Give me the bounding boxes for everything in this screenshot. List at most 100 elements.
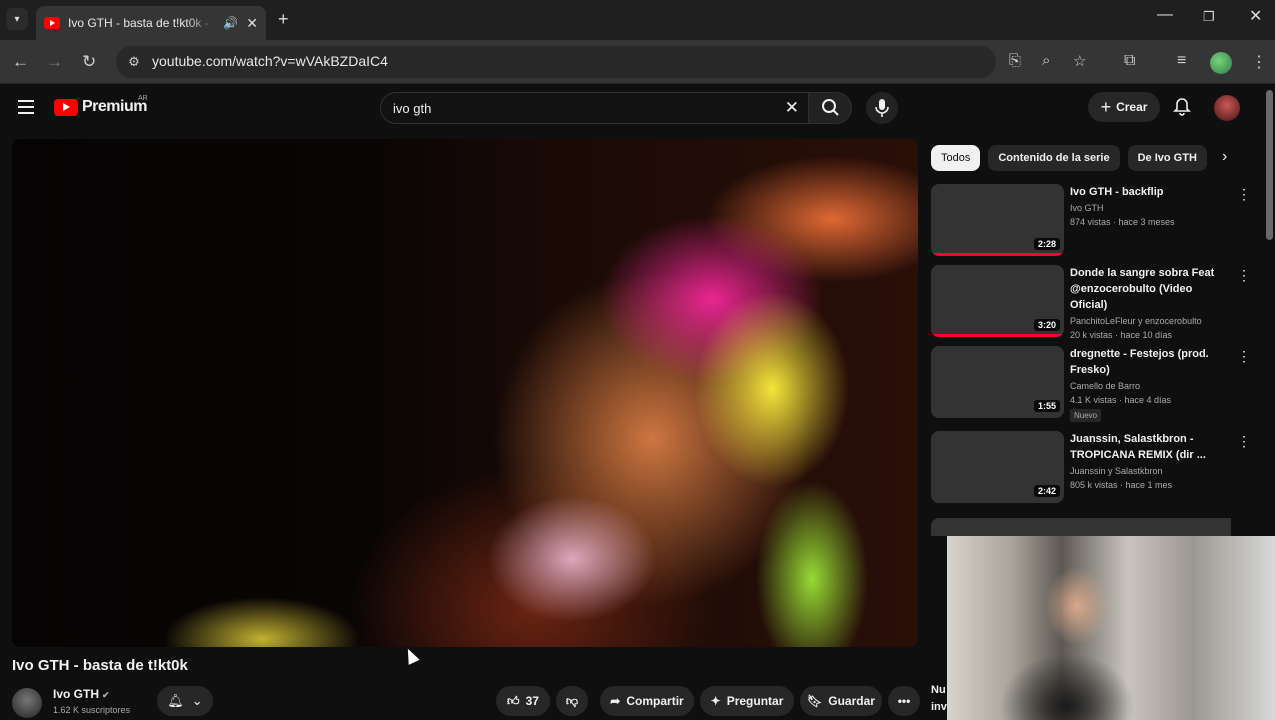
more-vertical-icon[interactable]: ⋮	[1237, 186, 1251, 203]
more-horizontal-icon: •••	[897, 694, 911, 708]
more-vertical-icon[interactable]: ⋮	[1237, 348, 1251, 365]
country-code: AR	[138, 95, 148, 102]
webcam-overlay	[947, 536, 1275, 720]
save-button[interactable]: 🔖︎ Guardar	[800, 686, 882, 716]
list-item[interactable]	[931, 518, 1231, 536]
share-icon: ➦	[610, 694, 621, 708]
youtube-premium-logo[interactable]: Premium AR	[54, 95, 148, 116]
ask-button[interactable]: ✦ Preguntar	[700, 686, 794, 716]
speaker-icon[interactable]: 🔊	[223, 16, 238, 30]
rec-title[interactable]: dregnette - Festejos (prod. Fresko)	[1070, 346, 1220, 378]
browser-menu-icon[interactable]: ⋮	[1251, 52, 1267, 72]
browser-tab[interactable]: Ivo GTH - basta de t!kt0k - YouTube 🔊 ✕	[36, 6, 266, 40]
more-vertical-icon[interactable]: ⋮	[1237, 433, 1251, 450]
like-button[interactable]: 👍︎ 37	[496, 686, 550, 716]
install-app-icon[interactable]: ⎘	[1009, 52, 1021, 69]
rec-channel[interactable]: Ivo GTH	[1070, 203, 1220, 213]
chip-series[interactable]: Contenido de la serie	[988, 145, 1120, 171]
search-button[interactable]	[808, 92, 852, 124]
search-icon	[822, 99, 839, 116]
zoom-icon[interactable]: ⌕	[1042, 52, 1050, 69]
create-label: Crear	[1116, 100, 1148, 114]
partial-text: Nu inv	[931, 684, 947, 713]
rec-channel[interactable]: Camello de Barro	[1070, 381, 1220, 391]
chevron-down-icon: ⌄	[191, 693, 203, 708]
menu-icon[interactable]	[18, 100, 34, 114]
video-title: Ivo GTH - basta de t!kt0k	[12, 657, 188, 674]
dislike-button[interactable]: 👎︎	[556, 686, 588, 716]
duration-badge: 2:28	[1033, 238, 1060, 250]
rec-channel[interactable]: PanchitoLeFleur y enzocerobulto	[1070, 316, 1220, 326]
bookmark-star-icon[interactable]: ☆	[1073, 52, 1086, 70]
bell-icon: 🔔︎	[167, 693, 184, 708]
shorts-thumbnail-strip[interactable]	[931, 518, 1231, 536]
thumbs-down-icon: 👎︎	[565, 693, 579, 708]
rec-title[interactable]: Donde la sangre sobra Feat @enzocerobult…	[1070, 265, 1220, 313]
video-thumbnail[interactable]: 1:55	[931, 346, 1064, 418]
minimize-icon[interactable]: —	[1157, 6, 1173, 24]
subscriber-count: 1.62 K suscriptores	[53, 705, 131, 715]
rec-title[interactable]: Ivo GTH - backflip	[1070, 184, 1220, 200]
rec-title[interactable]: Juanssin, Salastkbron - TROPICANA REMIX …	[1070, 431, 1220, 463]
notifications-bell-icon[interactable]	[1172, 97, 1192, 122]
video-thumbnail[interactable]: 2:42	[931, 431, 1064, 503]
extensions-icon[interactable]: ⧉	[1124, 52, 1135, 70]
list-item[interactable]: 2:42 Juanssin, Salastkbron - TROPICANA R…	[931, 431, 1251, 509]
list-item[interactable]: 1:55 dregnette - Festejos (prod. Fresko)…	[931, 346, 1251, 424]
share-label: Compartir	[626, 694, 684, 708]
url-text[interactable]: youtube.com/watch?v=wVAkBZDaIC4	[152, 53, 388, 69]
tab-title: Ivo GTH - basta de t!kt0k - YouTube	[68, 16, 215, 30]
list-item[interactable]: 2:28 Ivo GTH - backflip Ivo GTH 874 vist…	[931, 184, 1251, 262]
rec-meta: 20 k vistas · hace 10 días	[1070, 330, 1173, 340]
more-vertical-icon[interactable]: ⋮	[1237, 267, 1251, 284]
rec-channel[interactable]: Juanssin y Salastkbron	[1070, 466, 1220, 476]
new-tab-button[interactable]: +	[278, 9, 289, 30]
address-bar[interactable]: ⚙ youtube.com/watch?v=wVAkBZDaIC4 ⎘ ⌕ ☆	[116, 46, 1086, 78]
verified-icon: ✔	[102, 690, 110, 700]
duration-badge: 2:42	[1033, 485, 1060, 497]
voice-search-button[interactable]	[866, 92, 898, 124]
browser-profile-avatar[interactable]	[1210, 52, 1232, 74]
watched-progress-bar	[931, 253, 1064, 256]
forward-icon[interactable]: →	[46, 52, 63, 72]
video-player[interactable]	[12, 139, 918, 647]
back-icon[interactable]: ←	[12, 52, 29, 72]
like-count: 37	[525, 694, 539, 708]
chevron-right-icon[interactable]: ›	[1222, 148, 1227, 166]
more-actions-button[interactable]: •••	[888, 686, 920, 716]
browser-tab-strip: ▾ Ivo GTH - basta de t!kt0k - YouTube 🔊 …	[0, 0, 1275, 40]
search-query[interactable]: ivo gth	[393, 101, 431, 116]
rec-meta: 874 vistas · hace 3 meses	[1070, 217, 1175, 227]
search-input[interactable]: ivo gth ✕	[380, 92, 810, 124]
page-scrollbar[interactable]	[1266, 90, 1273, 240]
video-thumbnail[interactable]: 3:20	[931, 265, 1064, 337]
channel-name-text[interactable]: Ivo GTH	[53, 687, 99, 701]
duration-badge: 1:55	[1033, 400, 1060, 412]
window-close-icon[interactable]: ✕	[1249, 6, 1262, 26]
youtube-logo-icon	[54, 98, 78, 116]
reload-icon[interactable]: ↻	[82, 52, 96, 72]
subscription-bell-button[interactable]: 🔔︎ ⌄	[157, 686, 213, 716]
account-avatar[interactable]	[1214, 95, 1240, 121]
tab-close-icon[interactable]: ✕	[246, 15, 258, 32]
channel-avatar[interactable]	[12, 688, 42, 718]
youtube-favicon-icon	[44, 17, 60, 29]
list-item[interactable]: 3:20 Donde la sangre sobra Feat @enzocer…	[931, 265, 1251, 343]
share-button[interactable]: ➦ Compartir	[600, 686, 694, 716]
media-control-icon[interactable]: ≡	[1177, 52, 1186, 70]
channel-name[interactable]: Ivo GTH ✔	[53, 687, 110, 701]
duration-badge: 3:20	[1033, 319, 1060, 331]
tab-search-menu-button[interactable]: ▾	[6, 8, 28, 30]
bookmark-icon: 🔖︎	[807, 694, 823, 708]
video-thumbnail[interactable]: 2:28	[931, 184, 1064, 256]
thumbs-up-icon: 👍︎	[507, 693, 520, 708]
watched-progress-bar	[931, 334, 1064, 337]
video-frame	[12, 139, 918, 647]
chip-channel[interactable]: De Ivo GTH	[1127, 145, 1207, 171]
site-info-icon[interactable]: ⚙	[124, 52, 144, 72]
clear-search-icon[interactable]: ✕	[785, 98, 799, 118]
create-button[interactable]: + Crear	[1088, 92, 1160, 122]
chip-todos[interactable]: Todos	[931, 145, 981, 171]
plus-icon: +	[1100, 96, 1112, 117]
restore-icon[interactable]: ❐	[1203, 9, 1215, 25]
